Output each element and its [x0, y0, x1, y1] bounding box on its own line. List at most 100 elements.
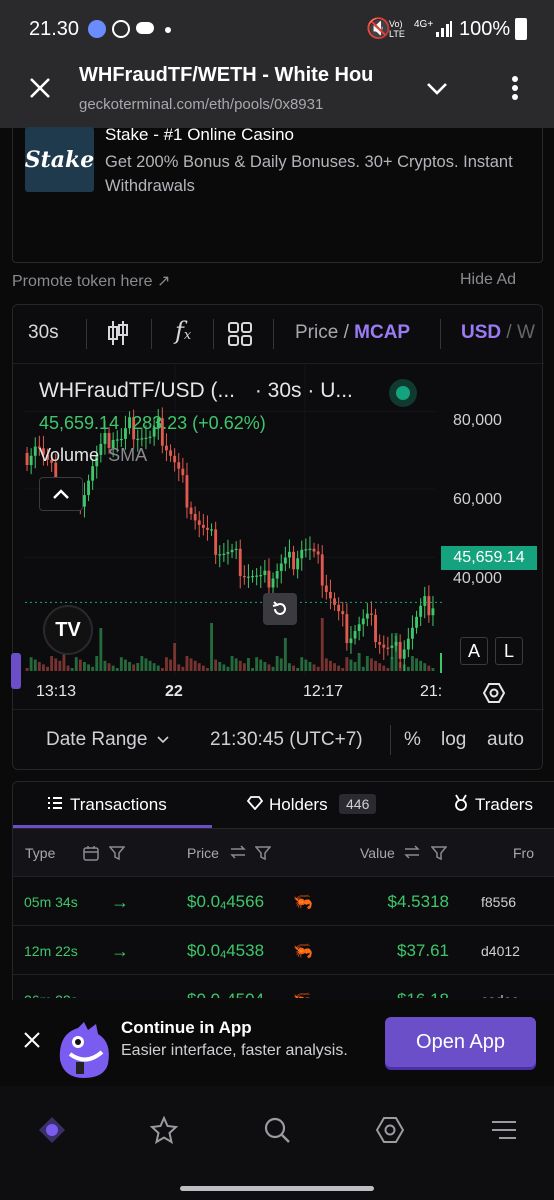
- ad-card[interactable]: Stake Stake - #1 Online Casino Get 200% …: [12, 118, 543, 263]
- volume-bar: [189, 658, 193, 671]
- volume-bar: [87, 664, 90, 671]
- calendar-icon[interactable]: [83, 845, 99, 866]
- currency-toggle[interactable]: USD / W: [461, 322, 543, 344]
- candle-body: [406, 638, 410, 650]
- volume-bar: [206, 668, 209, 671]
- date-range-button[interactable]: Date Range: [46, 729, 169, 751]
- candle-body: [300, 549, 304, 559]
- gecko-mascot-icon: [54, 1020, 116, 1087]
- table-row[interactable]: 05m 34s → $0.0 4 4566 🦐 $4.5318 f8556: [13, 876, 554, 926]
- nav-home[interactable]: [32, 1110, 72, 1150]
- auto-scale-button[interactable]: A: [460, 637, 488, 665]
- log-scale-button[interactable]: L: [495, 637, 523, 665]
- home-indicator: [180, 1186, 374, 1191]
- volume-bar: [259, 659, 263, 671]
- price-mcap-toggle[interactable]: Price / MCAP: [295, 322, 410, 344]
- indicators-button[interactable]: fx: [175, 317, 191, 345]
- weth-option[interactable]: W: [517, 322, 535, 343]
- volume-bar: [300, 657, 304, 671]
- filter-icon[interactable]: [108, 845, 126, 866]
- volume-bar: [124, 659, 127, 671]
- swap-icon[interactable]: [229, 843, 247, 866]
- volume-bar: [128, 662, 131, 671]
- layouts-button[interactable]: [227, 321, 253, 352]
- candle-body: [210, 529, 213, 531]
- candle-body: [320, 554, 324, 586]
- candle-body: [427, 596, 431, 616]
- interval-selector[interactable]: 30s: [28, 322, 59, 344]
- settings-icon: [483, 683, 505, 703]
- collapse-legend-button[interactable]: [39, 477, 83, 511]
- dismiss-banner-button[interactable]: [18, 1026, 46, 1054]
- filter-icon[interactable]: [254, 845, 272, 866]
- more-menu-button[interactable]: [498, 70, 532, 106]
- candle-body: [374, 614, 377, 643]
- tx-from[interactable]: f8556: [481, 877, 516, 927]
- candle-body: [230, 549, 234, 553]
- mcap-option[interactable]: MCAP: [354, 322, 410, 343]
- tx-from[interactable]: d4012: [481, 926, 520, 976]
- date-range-label: Date Range: [46, 729, 148, 750]
- chart-panel: 30s fx Price / MCAP USD / W WHFraudTF/US…: [11, 304, 544, 770]
- table-row[interactable]: 26m 22s → $0.044504 🦐 $16.18 cadee: [13, 974, 554, 998]
- volume-bar: [83, 662, 86, 671]
- usd-option[interactable]: USD: [461, 322, 501, 343]
- toggle-separator: /: [506, 322, 512, 343]
- volume-bar: [177, 664, 181, 671]
- nav-settings[interactable]: [370, 1110, 410, 1150]
- tab-transactions[interactable]: Transactions: [13, 782, 212, 828]
- promote-token-link[interactable]: Promote token here ↗: [12, 271, 170, 291]
- table-row[interactable]: 12m 22s → $0.0 4 4538 🦐 $37.61 d4012: [13, 925, 554, 975]
- volume-bar: [316, 666, 320, 671]
- timezone-button[interactable]: 21:30:45 (UTC+7): [210, 729, 363, 751]
- x-tick: 12:17: [303, 683, 344, 700]
- app-banner: Continue in App Easier interface, faster…: [0, 1000, 554, 1086]
- swap-icon[interactable]: [403, 843, 421, 866]
- volume-bar: [103, 660, 107, 671]
- nav-menu[interactable]: [484, 1110, 524, 1150]
- tx-age: 05m 34s: [24, 894, 78, 910]
- volume-bar: [115, 668, 119, 671]
- status-bar: 21.30 🔇 Vo) LTE 4G+ 100%: [0, 0, 554, 58]
- tx-age: 12m 22s: [24, 943, 78, 959]
- candle-body: [365, 613, 369, 619]
- candle-body: [197, 520, 201, 525]
- candle-body: [83, 495, 86, 507]
- tab-traders[interactable]: Traders: [453, 782, 554, 828]
- volume-bar: [136, 663, 140, 671]
- expand-chevron-button[interactable]: [420, 72, 454, 106]
- last-price-tag: 45,659.14: [441, 546, 537, 570]
- volume-bar: [345, 657, 349, 671]
- hide-ad-link[interactable]: Hide Ad: [460, 271, 516, 289]
- menu-icon: [492, 1121, 516, 1139]
- candle-body: [259, 575, 263, 577]
- reset-chart-button[interactable]: [263, 593, 297, 625]
- auto-button[interactable]: auto: [487, 729, 524, 751]
- log-button[interactable]: log: [441, 729, 466, 751]
- percent-scale-button[interactable]: %: [404, 729, 421, 751]
- tab-holders[interactable]: Holders 446: [243, 782, 403, 828]
- tx-from[interactable]: cadee: [481, 975, 519, 998]
- page-url[interactable]: geckoterminal.com/eth/pools/0x8931: [79, 96, 399, 113]
- clock: 21.30: [29, 18, 80, 40]
- nav-search[interactable]: [257, 1110, 297, 1150]
- chart-settings-button[interactable]: [480, 679, 508, 707]
- close-tab-button[interactable]: [22, 70, 58, 106]
- candle-body: [390, 645, 394, 648]
- candle-body: [316, 551, 320, 555]
- volume-bar: [427, 665, 431, 671]
- volume-bar: [185, 656, 189, 671]
- volume-bar: [275, 656, 279, 671]
- volume-bar: [304, 659, 308, 671]
- gecko-logo-icon: [39, 1117, 65, 1143]
- tab-transactions-label: Transactions: [70, 795, 167, 814]
- volume-bar: [197, 663, 201, 671]
- chart-side-handle[interactable]: [11, 653, 21, 689]
- candle-body: [411, 627, 414, 639]
- nav-watchlist[interactable]: [144, 1110, 184, 1150]
- price-option[interactable]: Price: [295, 322, 338, 343]
- filter-icon[interactable]: [430, 845, 448, 866]
- open-app-button[interactable]: Open App: [385, 1017, 536, 1067]
- tradingview-logo[interactable]: TV: [43, 605, 93, 655]
- candles-type-button[interactable]: [103, 317, 133, 349]
